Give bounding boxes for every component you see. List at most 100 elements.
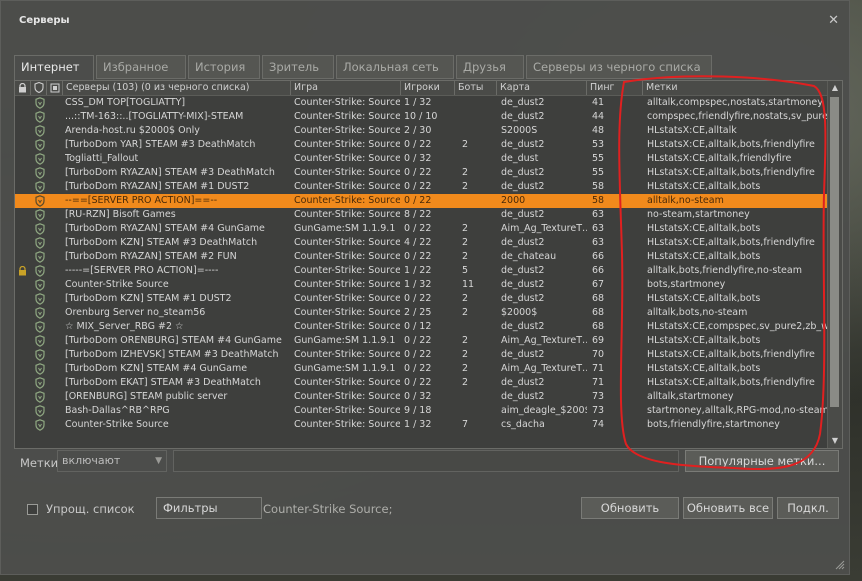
scrollbar[interactable]: ▲ ▼: [827, 81, 842, 448]
tags-mode-value: включают: [62, 454, 121, 467]
server-bots: 2: [462, 139, 469, 150]
server-name: --==[SERVER PRO ACTION]==--: [65, 195, 218, 206]
tab-history[interactable]: История: [188, 55, 260, 79]
server-name: Counter-Strike Source: [65, 419, 169, 430]
server-name: [TurboDom RYAZAN] STEAM #1 DUST2: [65, 181, 250, 192]
refresh-all-button[interactable]: Обновить все: [683, 497, 773, 519]
tab-internet[interactable]: Интернет: [14, 55, 94, 81]
vac-shield-icon: [35, 139, 45, 151]
tags-mode-select[interactable]: включают ▼: [57, 450, 167, 472]
server-row[interactable]: [TurboDom RYAZAN] STEAM #4 GunGame GunGam…: [15, 222, 827, 236]
header-ping[interactable]: Пинг: [587, 81, 643, 95]
server-row[interactable]: CSS_DM TOP[TOGLIATTY] Counter-Strike: Sou…: [15, 96, 827, 110]
server-players: 2 / 25: [404, 307, 432, 318]
vac-shield-icon: [35, 391, 45, 403]
server-name: Orenburg Server no_steam56: [65, 307, 206, 318]
server-name: [TurboDom EKAT] STEAM #3 DeathMatch: [65, 377, 261, 388]
simple-list-checkbox[interactable]: [27, 504, 38, 515]
server-ping: 73: [592, 391, 605, 402]
scroll-up-icon[interactable]: ▲: [828, 81, 842, 95]
server-tags: HLstatsX:CE,alltalk,bots,friendlyfire: [647, 167, 815, 178]
server-tags: HLstatsX:CE,alltalk: [647, 125, 737, 136]
server-row[interactable]: [RU-RZN] Bisoft Games Counter-Strike: Sou…: [15, 208, 827, 222]
server-bots: [462, 320, 496, 334]
server-name: [TurboDom RYAZAN] STEAM #3 DeathMatch: [65, 167, 275, 178]
server-row[interactable]: Orenburg Server no_steam56 Counter-Strike…: [15, 306, 827, 320]
server-row[interactable]: [TurboDom YAR] STEAM #3 DeathMatch Counte…: [15, 138, 827, 152]
server-row[interactable]: [TurboDom EKAT] STEAM #3 DeathMatch Count…: [15, 376, 827, 390]
server-row[interactable]: Togliatti_Fallout Counter-Strike: Source 0…: [15, 152, 827, 166]
server-game: Counter-Strike: Source: [294, 377, 400, 388]
filters-button[interactable]: Фильтры: [156, 497, 262, 519]
server-players: 0 / 22: [404, 377, 432, 388]
resize-grip-icon[interactable]: [835, 560, 845, 570]
server-map: de_dust2: [501, 293, 545, 304]
header-servers[interactable]: Серверы (103) (0 из черного списка): [63, 81, 291, 95]
server-ping: 55: [592, 153, 605, 164]
vac-shield-icon: [35, 195, 45, 207]
server-row[interactable]: [TurboDom RYAZAN] STEAM #3 DeathMatch Cou…: [15, 166, 827, 180]
server-map: de_dust2: [501, 391, 545, 402]
header-map[interactable]: Карта: [497, 81, 587, 95]
refresh-button[interactable]: Обновить: [581, 497, 679, 519]
header-bots[interactable]: Боты: [455, 81, 497, 95]
connect-button[interactable]: Подкл.: [777, 497, 839, 519]
server-game: Counter-Strike: Source: [294, 237, 400, 248]
server-name: [TurboDom RYAZAN] STEAM #4 GunGame: [65, 223, 265, 234]
header-tags[interactable]: Метки: [643, 81, 829, 95]
server-players: 0 / 32: [404, 153, 432, 164]
server-players: 1 / 32: [404, 97, 432, 108]
server-row[interactable]: [ORENBURG] STEAM public server Counter-St…: [15, 390, 827, 404]
server-bots: 2: [462, 349, 469, 360]
server-game: Counter-Strike: Source: [294, 209, 400, 220]
header-game[interactable]: Игра: [291, 81, 401, 95]
server-row[interactable]: [TurboDom IZHEVSK] STEAM #3 DeathMatch Co…: [15, 348, 827, 362]
server-bots: 2: [462, 307, 469, 318]
tab-favorites[interactable]: Избранное: [96, 55, 186, 79]
server-row[interactable]: [TurboDom RYAZAN] STEAM #1 DUST2 Counter-…: [15, 180, 827, 194]
header-vac-column[interactable]: [31, 81, 47, 95]
server-row[interactable]: Bash-Dallas^RB^RPG Counter-Strike: Source…: [15, 404, 827, 418]
server-game: Counter-Strike: Source: [294, 111, 400, 122]
server-row[interactable]: [TurboDom KZN] STEAM #3 DeathMatch Counte…: [15, 236, 827, 250]
server-row[interactable]: --==[SERVER PRO ACTION]==-- Counter-Strik…: [15, 194, 827, 208]
server-row[interactable]: [TurboDom RYAZAN] STEAM #2 FUN Counter-St…: [15, 250, 827, 264]
server-name: [TurboDom RYAZAN] STEAM #2 FUN: [65, 251, 237, 262]
server-bots: 2: [462, 363, 469, 374]
header-players[interactable]: Игроки: [401, 81, 455, 95]
server-row[interactable]: ...::TM-163::..[TOGLIATTY-MIX]-STEAM Coun…: [15, 110, 827, 124]
server-players: 0 / 12: [404, 321, 432, 332]
server-tags: HLstatsX:CE,alltalk,bots: [647, 181, 761, 192]
server-row[interactable]: Counter-Strike Source Counter-Strike: Sou…: [15, 278, 827, 292]
popular-tags-button[interactable]: Популярные метки...: [685, 450, 839, 472]
server-row[interactable]: [TurboDom KZN] STEAM #1 DUST2 Counter-Str…: [15, 292, 827, 306]
server-row[interactable]: [TurboDom KZN] STEAM #4 GunGame GunGame:S…: [15, 362, 827, 376]
tags-input[interactable]: [173, 450, 679, 472]
server-players: 2 / 30: [404, 125, 432, 136]
server-row[interactable]: -----=[SERVER PRO ACTION]=---- Counter-St…: [15, 264, 827, 278]
tab-friends[interactable]: Друзья: [456, 55, 524, 79]
server-game: Counter-Strike: Source: [294, 307, 400, 318]
server-bots: 2: [462, 181, 469, 192]
server-map: de_chateau: [501, 251, 557, 262]
server-players: 1 / 32: [404, 279, 432, 290]
scroll-down-icon[interactable]: ▼: [828, 434, 842, 448]
server-row[interactable]: Arenda-host.ru $2000$ Only Counter-Strike…: [15, 124, 827, 138]
header-lock-column[interactable]: [15, 81, 31, 95]
server-players: 0 / 22: [404, 195, 432, 206]
vac-shield-icon: [35, 349, 45, 361]
server-tags: startmoney,alltalk,RPG-mod,no-steam: [647, 405, 827, 416]
servers-window: Серверы ✕ Интернет Избранное История Зри…: [0, 0, 850, 575]
server-row[interactable]: Counter-Strike Source Counter-Strike: Sou…: [15, 418, 827, 432]
tab-spectate[interactable]: Зритель: [262, 55, 334, 79]
server-bots: [462, 194, 496, 208]
header-bots-column[interactable]: [47, 81, 63, 95]
title-bar[interactable]: Серверы ✕: [1, 1, 849, 37]
tab-lan[interactable]: Локальная сеть: [336, 55, 454, 79]
scroll-thumb[interactable]: [830, 97, 839, 407]
server-tags: alltalk,compspec,nostats,startmoney: [647, 97, 823, 108]
server-row[interactable]: ☆ MIX_Server_RBG #2 ☆ Counter-Strike: Sou…: [15, 320, 827, 334]
close-icon[interactable]: ✕: [828, 13, 839, 28]
server-row[interactable]: [TurboDom ORENBURG] STEAM #4 GunGame GunG…: [15, 334, 827, 348]
tab-blacklist[interactable]: Серверы из черного списка: [526, 55, 712, 79]
